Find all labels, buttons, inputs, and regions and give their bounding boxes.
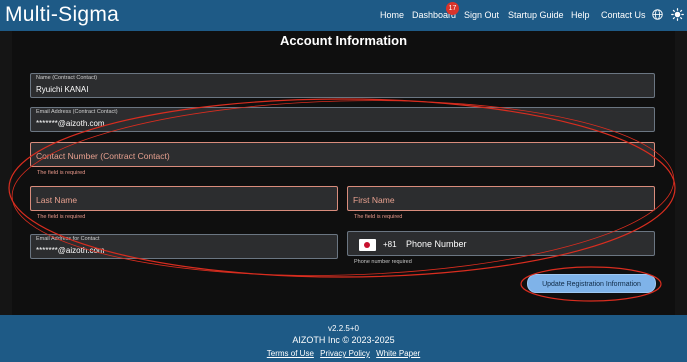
first-name-error: The field is required — [354, 214, 403, 220]
contract-name-value: Ryuichi KANAI — [36, 85, 89, 94]
brand-logo[interactable]: Multi-Sigma — [5, 3, 119, 27]
sun-icon[interactable] — [671, 8, 684, 21]
page-title: Account Information — [279, 33, 408, 48]
contact-email-value: *******@aizoth.com — [36, 246, 105, 255]
contract-email-value: *******@aizoth.com — [36, 119, 105, 128]
globe-icon[interactable] — [652, 9, 663, 20]
phone-placeholder: Phone Number — [406, 239, 467, 249]
footer: v2.2.5+0 AIZOTH Inc © 2023-2025 Terms of… — [0, 315, 687, 362]
whitepaper-link[interactable]: White Paper — [376, 349, 420, 358]
first-name-placeholder: First Name — [353, 195, 395, 205]
update-registration-button[interactable]: Update Registration Information — [527, 274, 656, 293]
japan-flag-icon[interactable] — [359, 239, 376, 251]
nav-startup-guide[interactable]: Startup Guide — [508, 10, 564, 20]
copyright-text: AIZOTH Inc © 2023-2025 — [292, 335, 395, 345]
version-text: v2.2.5+0 — [328, 324, 359, 333]
contract-email-label: Email Address (Contract Contact) — [36, 109, 118, 115]
contract-email-field[interactable]: Email Address (Contract Contact) *******… — [30, 107, 655, 132]
nav-help[interactable]: Help — [571, 10, 590, 20]
top-navbar: Multi-Sigma Home Dashboard 17 Sign Out S… — [0, 0, 687, 31]
contract-phone-error: The field is required — [37, 170, 86, 176]
last-name-field[interactable]: Last Name — [30, 186, 338, 211]
contract-name-label: Name (Contract Contact) — [36, 75, 98, 81]
last-name-error: The field is required — [37, 214, 86, 220]
phone-hint: Phone number required — [354, 259, 412, 265]
contract-phone-field[interactable]: Contact Number (Contract Contact) — [30, 142, 655, 167]
privacy-link[interactable]: Privacy Policy — [320, 349, 370, 358]
first-name-field[interactable]: First Name — [347, 186, 655, 211]
footer-links: Terms of Use Privacy Policy White Paper — [0, 349, 687, 358]
contact-email-field[interactable]: Email Address for Contact *******@aizoth… — [30, 234, 338, 259]
nav-contact-us[interactable]: Contact Us — [601, 10, 646, 20]
nav-sign-out[interactable]: Sign Out — [464, 10, 499, 20]
country-code: +81 — [383, 240, 397, 249]
terms-link[interactable]: Terms of Use — [267, 349, 314, 358]
last-name-placeholder: Last Name — [36, 195, 78, 205]
dashboard-badge: 17 — [446, 2, 459, 15]
contact-email-label: Email Address for Contact — [36, 236, 100, 242]
phone-field[interactable]: +81 Phone Number — [347, 231, 655, 256]
contract-phone-placeholder: Contact Number (Contract Contact) — [36, 151, 170, 161]
nav-home[interactable]: Home — [380, 10, 404, 20]
contract-name-field[interactable]: Name (Contract Contact) Ryuichi KANAI — [30, 73, 655, 98]
